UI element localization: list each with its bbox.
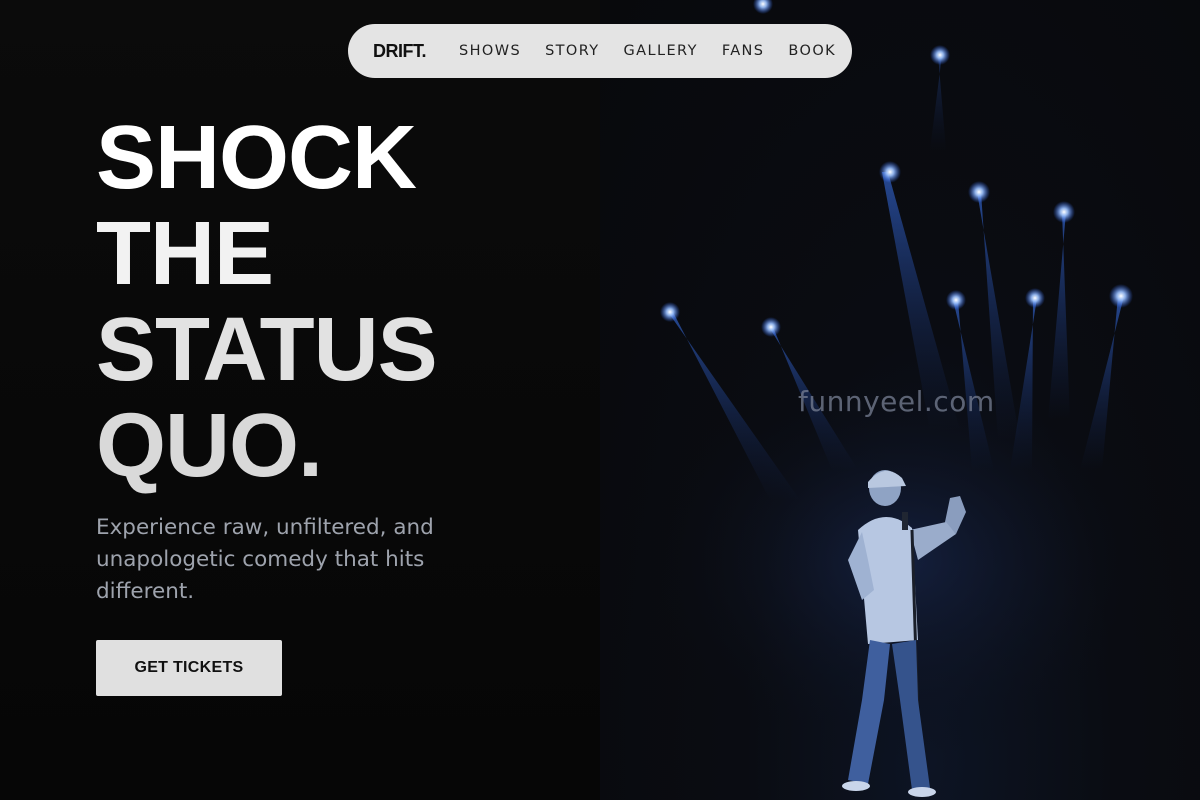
brand-logo[interactable]: DRIFT. [373, 41, 427, 62]
hero-title-line: SHOCK [96, 108, 417, 208]
nav-link-shows[interactable]: SHOWS [459, 43, 521, 59]
get-tickets-button[interactable]: GET TICKETS [96, 640, 282, 696]
hero-title-line: THE [96, 204, 274, 304]
nav-link-fans[interactable]: FANS [722, 43, 765, 59]
hero-title-line: STATUS [96, 300, 438, 400]
main-nav: DRIFT. SHOWS STORY GALLERY FANS BOOK [348, 24, 852, 78]
landing-page: funnyeel.com DRIFT. SHOWS STORY GALLERY … [0, 0, 1200, 800]
hero-title-line: QUO. [96, 396, 323, 496]
hero-title: SHOCK THE STATUS QUO. [96, 108, 438, 496]
nav-link-book[interactable]: BOOK [788, 43, 836, 59]
watermark-text: funnyeel.com [798, 385, 995, 418]
nav-link-gallery[interactable]: GALLERY [624, 43, 698, 59]
hero-subtitle: Experience raw, unfiltered, and unapolog… [96, 515, 434, 604]
nav-link-story[interactable]: STORY [545, 43, 599, 59]
